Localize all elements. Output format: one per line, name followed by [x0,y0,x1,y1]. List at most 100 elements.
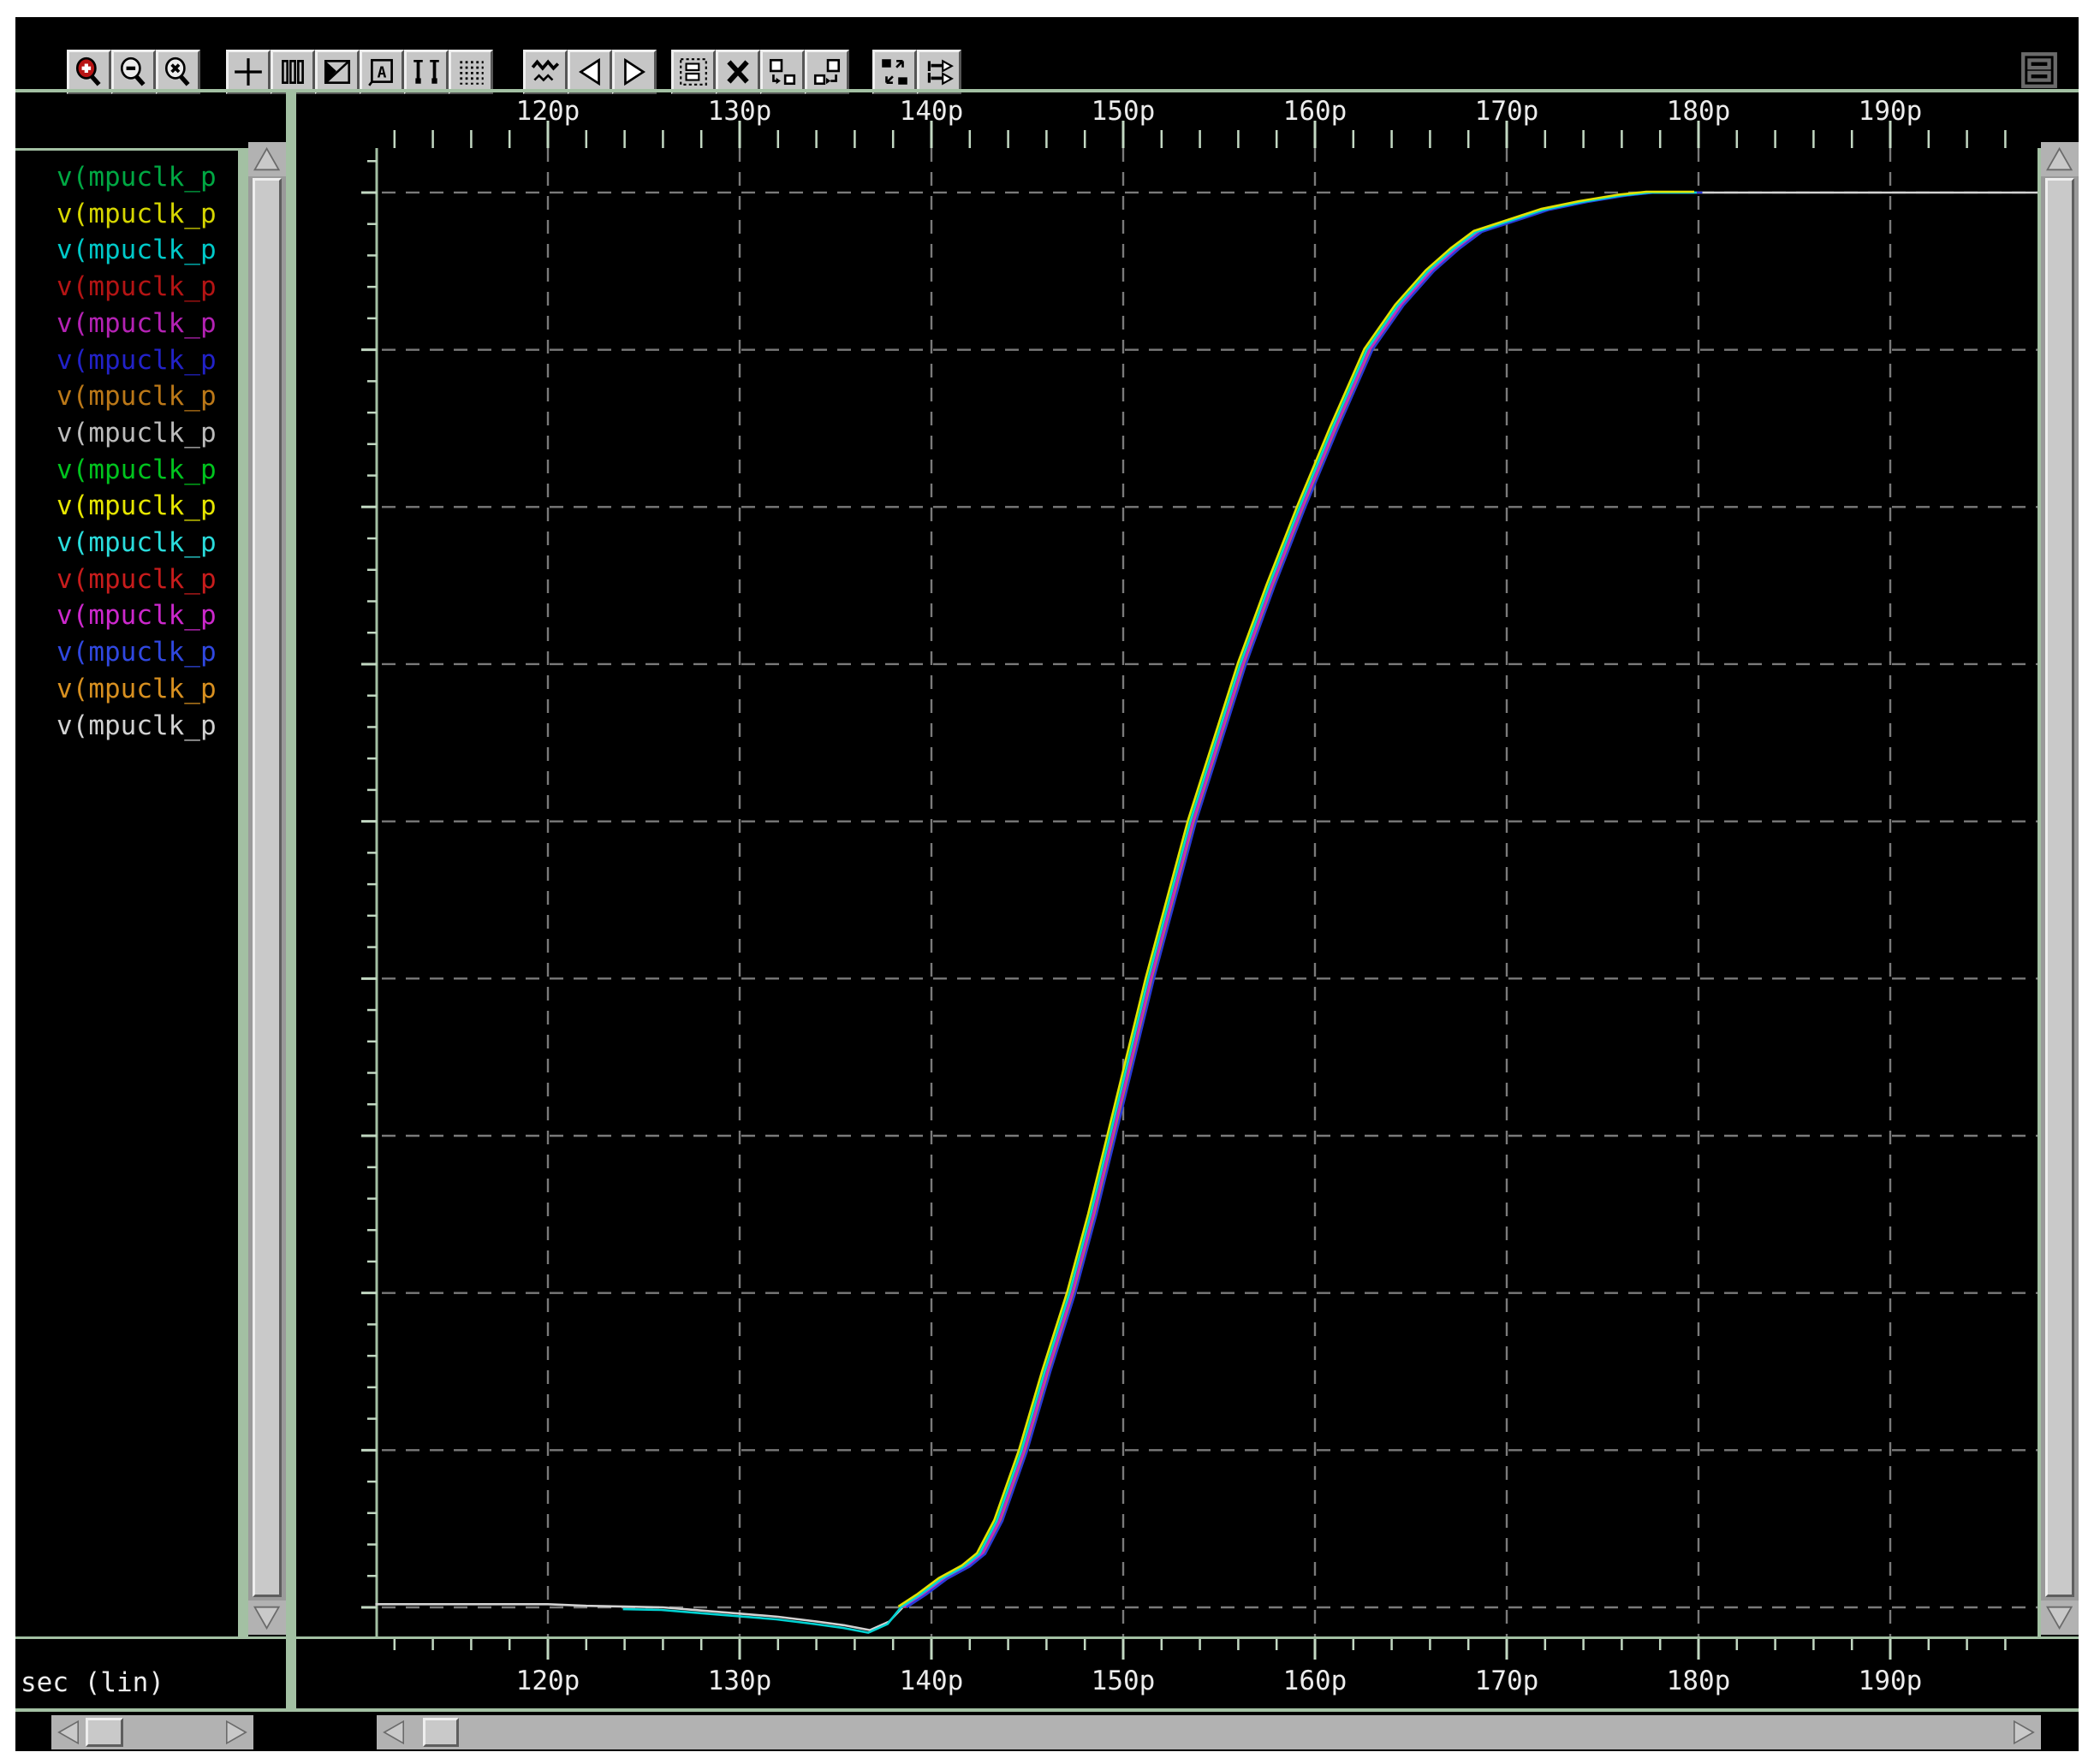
move-trace-button[interactable] [760,50,805,94]
plot-hscroll-thumb[interactable] [423,1718,459,1747]
time-tick-label: 150p [1063,96,1183,127]
delete-trace-button[interactable] [716,50,760,94]
waveform-trace-green [900,193,1696,1607]
zoom-in-button[interactable] [67,50,111,94]
time-tick-label: 180p [1639,96,1758,127]
waveform-trace-orange [905,193,1701,1607]
x-icon [722,56,754,88]
signal-hscroll-thumb[interactable] [86,1718,123,1747]
signal-list: v(mpuclk_pv(mpuclk_pv(mpuclk_pv(mpuclk_p… [57,159,238,758]
time-tick-label: 160p [1255,1666,1375,1696]
vertical-markers-button[interactable] [271,50,315,94]
zoom-in-icon [73,56,105,88]
waveform-icon [529,56,562,88]
plot-horizontal-scrollbar[interactable] [377,1715,2041,1749]
plot-scroll-up-arrow[interactable] [2041,142,2079,176]
signal-label[interactable]: v(mpuclk_p [57,525,238,561]
double-arrow-icon [923,56,955,88]
signal-hscroll-left-arrow[interactable] [51,1715,86,1749]
time-tick-label: 130p [680,1666,800,1696]
signal-label[interactable]: v(mpuclk_p [57,196,238,232]
time-tick-label: 180p [1639,1666,1758,1696]
plot-hscroll-left-arrow[interactable] [377,1715,411,1749]
bottom-time-ruler [296,1639,2038,1663]
waveform-trace-red [902,193,1698,1607]
time-tick-label: 130p [680,96,800,127]
plot-hscroll-right-arrow[interactable] [2007,1715,2041,1749]
copy-trace-button[interactable] [805,50,849,94]
time-tick-label: 120p [488,96,608,127]
waveform-trace-yellow [898,192,1694,1607]
waveform-plot-canvas[interactable] [296,148,2038,1636]
grid-dots-icon [455,56,487,88]
signal-scrollbar-left-border [238,148,248,1639]
dashed-box-icon [677,56,710,88]
label-a-icon: A [366,56,398,88]
text-annotation-button[interactable]: A [360,50,404,94]
signal-scroll-thumb[interactable] [253,178,282,1597]
signal-label[interactable]: v(mpuclk_p [57,232,238,268]
plot-scroll-down-arrow[interactable] [2041,1601,2079,1635]
select-region-button[interactable] [671,50,716,94]
screenshot-root: A v(mpuclk_pv(mpuclk_pv(mpuclk_pv(mpuclk… [0,0,2100,1758]
pan-left-button[interactable] [568,50,612,94]
time-tick-label: 150p [1063,1666,1183,1696]
waveform-trace-magenta [903,193,1699,1607]
signal-label[interactable]: v(mpuclk_p [57,597,238,633]
measure-icon [410,56,443,88]
signal-scrollbar[interactable] [248,142,286,1635]
time-tick-label: 140p [872,1666,991,1696]
copy-squares-icon [811,56,843,88]
grid-toggle-button[interactable] [449,50,493,94]
waveform-trace-cyan [623,193,1697,1633]
time-tick-label: 170p [1447,1666,1567,1696]
signal-hscroll-right-arrow[interactable] [219,1715,253,1749]
interval-measure-button[interactable] [404,50,449,94]
plot-vertical-scrollbar[interactable] [2041,142,2079,1635]
zoom-cancel-button[interactable] [156,50,200,94]
signal-label[interactable]: v(mpuclk_p [57,378,238,414]
swap-panels-button[interactable] [872,50,917,94]
triangle-left-icon [574,56,606,88]
expand-horizontal-button[interactable] [917,50,961,94]
triangle-right-icon [618,56,651,88]
waveform-tool-button[interactable] [523,50,568,94]
signal-label[interactable]: v(mpuclk_p [57,452,238,488]
pan-right-button[interactable] [612,50,657,94]
bent-arrows-icon [878,56,911,88]
svg-text:A: A [378,63,387,81]
signal-label[interactable]: v(mpuclk_p [57,306,238,342]
zoom-x-icon [162,56,194,88]
slope-measure-button[interactable] [315,50,360,94]
slant-box-icon [321,56,354,88]
zoom-out-icon [117,56,150,88]
signal-label[interactable]: v(mpuclk_p [57,634,238,670]
time-tick-label: 160p [1255,96,1375,127]
columns-icon [277,56,309,88]
time-tick-label: 140p [872,96,991,127]
signal-label[interactable]: v(mpuclk_p [57,415,238,451]
signal-label[interactable]: v(mpuclk_p [57,159,238,195]
signal-label[interactable]: v(mpuclk_p [57,671,238,707]
time-tick-label: 170p [1447,96,1567,127]
move-squares-icon [766,56,799,88]
signal-scroll-up-arrow[interactable] [248,142,286,176]
waveform-viewer-window: A v(mpuclk_pv(mpuclk_pv(mpuclk_pv(mpuclk… [15,17,2079,1751]
zoom-out-button[interactable] [111,50,156,94]
signal-scroll-down-arrow[interactable] [248,1601,286,1635]
panel-divider [286,89,296,1712]
signal-horizontal-scrollbar[interactable] [51,1715,253,1749]
signal-label[interactable]: v(mpuclk_p [57,342,238,378]
signal-label[interactable]: v(mpuclk_p [57,708,238,744]
signal-label[interactable]: v(mpuclk_p [57,269,238,305]
waveform-trace-blue [907,193,1703,1607]
plot-vscroll-thumb[interactable] [2045,178,2074,1597]
x-unit-label: sec (lin) [21,1667,164,1698]
signal-label[interactable]: v(mpuclk_p [57,561,238,597]
crosshair-cursor-button[interactable] [226,50,271,94]
status-separator [15,1708,2079,1712]
time-tick-label: 120p [488,1666,608,1696]
stacked-panels-icon[interactable] [2015,46,2063,94]
crosshair-icon [232,56,265,88]
signal-label[interactable]: v(mpuclk_p [57,488,238,524]
